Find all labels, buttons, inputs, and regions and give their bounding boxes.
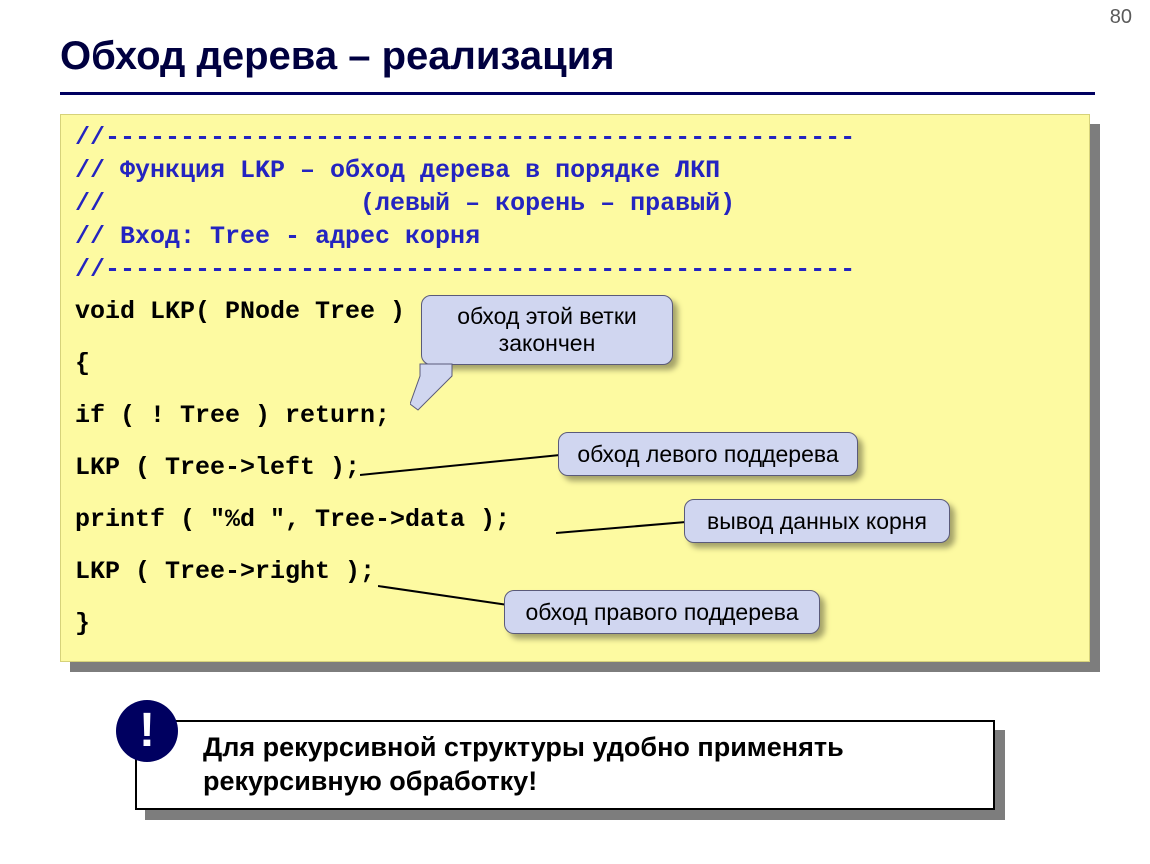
callout-text: обход этой ветки закончен [438,303,656,357]
callout-pointer-icon [378,583,508,609]
callout-left-subtree: обход левого поддерева [558,432,858,476]
callout-branch-done: обход этой ветки закончен [421,295,673,365]
code-comment-line: // (левый – корень – правый) [75,189,735,218]
callout-text: обход левого поддерева [577,441,838,468]
slide: 80 Обход дерева – реализация //---------… [0,0,1150,864]
code-comment-line: // Вход: Tree - адрес корня [75,222,480,251]
slide-title: Обход дерева – реализация [60,34,615,79]
callout-text: обход правого поддерева [525,599,798,626]
callout-text: вывод данных корня [707,508,927,535]
code-comment-line: //--------------------------------------… [75,123,855,152]
code-box: //--------------------------------------… [60,114,1090,662]
page-number: 80 [1110,6,1132,29]
exclamation-icon: ! [116,700,178,762]
title-underline [60,92,1095,95]
callout-pointer-icon [410,362,456,412]
callout-pointer-icon [556,516,686,536]
callout-root-data: вывод данных корня [684,499,950,543]
note-text: Для рекурсивной структуры удобно применя… [137,731,993,799]
code-comment-line: //--------------------------------------… [75,255,855,284]
code-comment-line: // Функция LKP – обход дерева в порядке … [75,156,720,185]
callout-pointer-icon [360,450,560,480]
code-content: //--------------------------------------… [75,121,855,650]
note-box: Для рекурсивной структуры удобно применя… [135,720,995,810]
callout-right-subtree: обход правого поддерева [504,590,820,634]
